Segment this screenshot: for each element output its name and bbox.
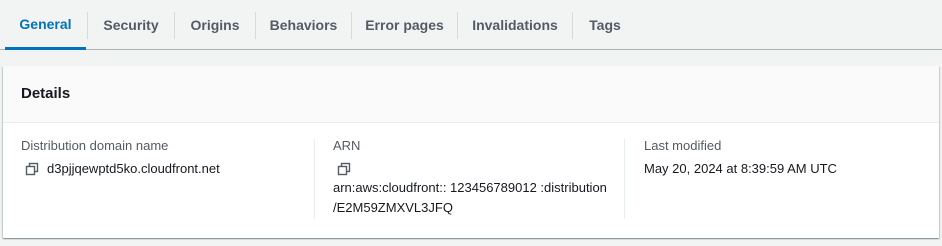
tab-behaviors[interactable]: Behaviors (256, 0, 351, 49)
last-modified-label: Last modified (644, 138, 722, 153)
tab-security[interactable]: Security (88, 0, 174, 49)
tab-origins[interactable]: Origins (175, 0, 255, 49)
details-panel: Details Distribution domain name d3pjjqe… (3, 66, 939, 238)
arn-value: arn:aws:cloudfront:: 123456789012 :distr… (333, 178, 623, 218)
tab-bar: General Security Origins Behaviors Error… (0, 0, 942, 50)
arn-label: ARN (333, 138, 361, 153)
domain-label: Distribution domain name (21, 138, 169, 153)
last-modified-value: May 20, 2024 at 8:39:59 AM UTC (644, 161, 837, 176)
column-divider (314, 139, 315, 219)
copy-icon[interactable] (337, 162, 351, 176)
details-title: Details (21, 85, 71, 102)
arn-copy-row (333, 162, 623, 176)
arn-value-line1: arn:aws:cloudfront:: 123456789012 :distr… (333, 180, 607, 195)
arn-value-line2: /E2M59ZMXVL3JFQ (333, 200, 453, 215)
copy-icon[interactable] (25, 162, 39, 176)
domain-column: Distribution domain name d3pjjqewptd5ko.… (21, 138, 311, 218)
tab-error-pages[interactable]: Error pages (352, 0, 457, 49)
details-panel-header: Details (3, 66, 939, 123)
tab-tags[interactable]: Tags (573, 0, 637, 49)
domain-value-row: d3pjjqewptd5ko.cloudfront.net (21, 160, 311, 178)
column-divider (624, 139, 625, 219)
tab-general[interactable]: General (5, 0, 86, 50)
domain-value: d3pjjqewptd5ko.cloudfront.net (47, 161, 220, 176)
arn-column: ARN arn:aws:cloudfront:: 123456789012 :d… (333, 138, 623, 218)
tab-invalidations[interactable]: Invalidations (458, 0, 572, 49)
last-modified-column: Last modified May 20, 2024 at 8:39:59 AM… (644, 138, 924, 218)
